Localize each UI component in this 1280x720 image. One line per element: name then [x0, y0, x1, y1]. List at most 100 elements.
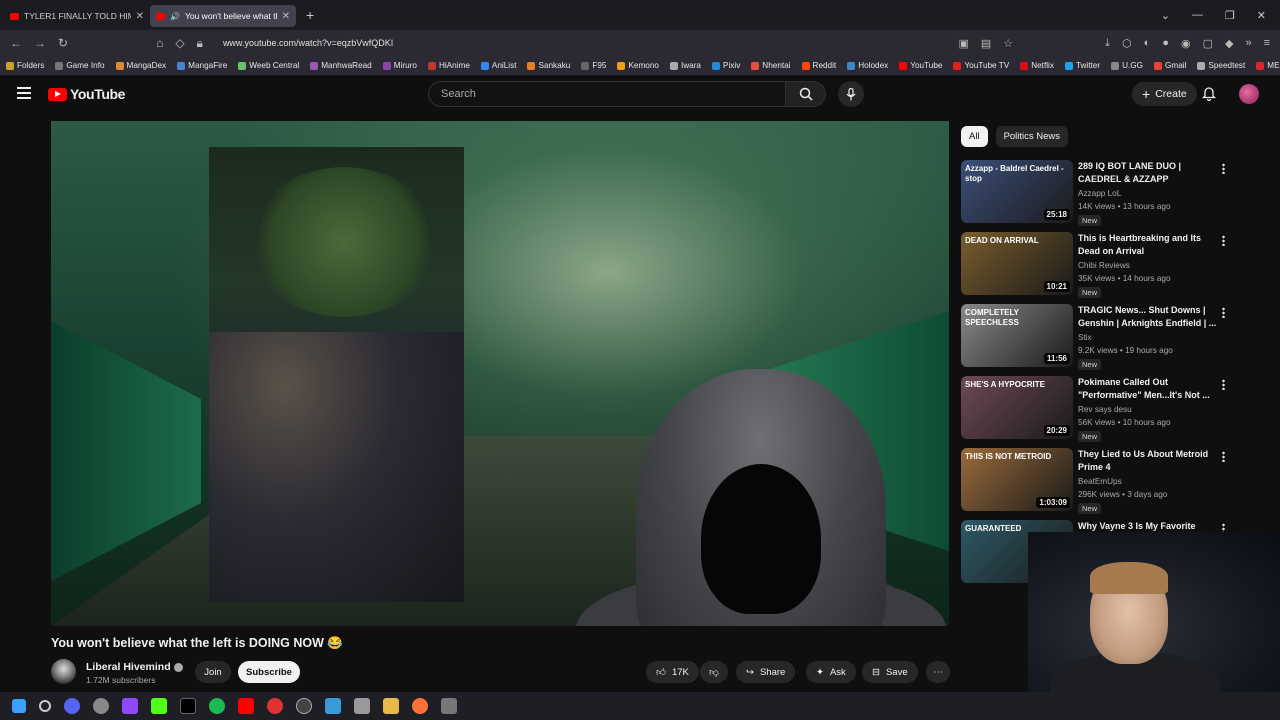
forward-icon[interactable]: →	[34, 36, 46, 50]
recommended-title[interactable]: 289 IQ BOT LANE DUO | CAEDREL & AZZAPP	[1078, 160, 1220, 186]
more-vertical-icon[interactable]	[1222, 307, 1225, 318]
download-icon[interactable]: ⤓	[1105, 37, 1110, 50]
shield-icon[interactable]: ◇	[175, 36, 184, 50]
bookmark-item[interactable]: Speedtest	[1197, 61, 1245, 70]
bookmark-item[interactable]: HiAnime	[427, 61, 470, 70]
recommended-title[interactable]: This is Heartbreaking and Its Dead on Ar…	[1078, 232, 1220, 258]
video-thumbnail[interactable]: THIS IS NOT METROID 1:03:09	[961, 448, 1073, 511]
save-button[interactable]: ⊟ Save	[862, 661, 918, 683]
extension-icon[interactable]: ◆	[1225, 37, 1233, 50]
dislike-button[interactable]: 👎︎	[700, 661, 728, 683]
reload-icon[interactable]: ↻	[58, 36, 68, 50]
recommended-title[interactable]: TRAGIC News... Shut Downs | Genshin | Ar…	[1078, 304, 1220, 330]
bookmark-item[interactable]: Reddit	[801, 61, 836, 70]
youtube-app-icon[interactable]	[238, 698, 254, 714]
photos-icon[interactable]	[325, 698, 341, 714]
minimize-icon[interactable]: —	[1192, 9, 1203, 21]
maximize-icon[interactable]: ❐	[1225, 9, 1235, 22]
hamburger-menu-icon[interactable]	[17, 87, 31, 99]
bookmark-item[interactable]: MangaFire	[177, 61, 227, 70]
bookmark-item[interactable]: Game Info	[55, 61, 105, 70]
tab-list-chevron-icon[interactable]: ⌄	[1161, 9, 1170, 22]
url-bar[interactable]: www.youtube.com/watch?v=eqzbVwfQDKI	[223, 38, 393, 48]
bookmark-item[interactable]: AniList	[480, 61, 516, 70]
bookmark-item[interactable]: Iwara	[669, 61, 701, 70]
recommended-channel[interactable]: Chibi Reviews	[1078, 261, 1130, 270]
speaker-icon[interactable]: 🔊	[170, 12, 180, 21]
reader-icon[interactable]: ▤	[981, 37, 991, 50]
ask-button[interactable]: ✦ Ask	[806, 661, 856, 683]
app-icon[interactable]	[267, 698, 283, 714]
extension-icon[interactable]: ▢	[1203, 37, 1213, 50]
chip-all[interactable]: All	[961, 126, 988, 147]
bookmark-item[interactable]: Folders	[6, 61, 44, 70]
search-icon[interactable]	[39, 700, 51, 712]
extension-icon[interactable]: ◉	[1181, 37, 1191, 50]
recommended-video[interactable]: SHE'S A HYPOCRITE 20:29 Pokimane Called Ou…	[961, 376, 1261, 442]
bookmark-item[interactable]: Weeb Central	[238, 61, 299, 70]
channel-name[interactable]: Liberal Hivemind	[86, 661, 183, 673]
bookmark-star-icon[interactable]: ☆	[1003, 37, 1013, 50]
video-thumbnail[interactable]: COMPLETELY SPEECHLESS 11:56	[961, 304, 1073, 367]
recommended-video[interactable]: COMPLETELY SPEECHLESS 11:56 TRAGIC News...…	[961, 304, 1261, 370]
more-vertical-icon[interactable]	[1222, 235, 1225, 246]
more-vertical-icon[interactable]	[1222, 163, 1225, 174]
video-thumbnail[interactable]: DEAD ON ARRIVAL 10:21	[961, 232, 1073, 295]
shield-app-icon[interactable]	[354, 698, 370, 714]
bookmark-item[interactable]: Gmail	[1154, 61, 1186, 70]
bookmark-item[interactable]: MangaDex	[115, 61, 166, 70]
share-button[interactable]: ↪ Share	[736, 661, 796, 683]
extensions-icon[interactable]: ⬡	[1122, 37, 1132, 50]
account-avatar[interactable]	[1239, 84, 1259, 104]
recommended-channel[interactable]: Azzapp LoL	[1078, 189, 1121, 198]
recommended-video[interactable]: THIS IS NOT METROID 1:03:09 They Lied to U…	[961, 448, 1261, 514]
recommended-title[interactable]: Pokimane Called Out "Performative" Men..…	[1078, 376, 1220, 402]
bookmark-item[interactable]: F95	[581, 61, 606, 70]
bookmark-item[interactable]: YouTube TV	[953, 61, 1009, 70]
bookmark-item[interactable]: Pixiv	[712, 61, 740, 70]
search-input[interactable]: Search	[428, 81, 786, 107]
bookmark-item[interactable]: Nhentai	[751, 61, 791, 70]
bookmark-item[interactable]: Netflix	[1020, 61, 1054, 70]
bookmark-item[interactable]: MEGA	[1256, 61, 1280, 70]
spotify-icon[interactable]	[209, 698, 225, 714]
back-icon[interactable]: ←	[10, 36, 22, 50]
bookmark-item[interactable]: U.GG	[1111, 61, 1143, 70]
app-icon[interactable]	[441, 698, 457, 714]
extension-icon[interactable]: ◐	[1144, 37, 1151, 49]
firefox-icon[interactable]	[412, 698, 428, 714]
extension-icon[interactable]: ●	[1162, 37, 1169, 49]
notifications-bell-icon[interactable]	[1202, 86, 1216, 101]
chip-politics-news[interactable]: Politics News	[995, 126, 1069, 147]
video-thumbnail[interactable]: Azzapp - Baldrel Caedrel - stop 25:18	[961, 160, 1073, 223]
lock-icon[interactable]: 🔒︎	[197, 36, 203, 51]
browser-tab-active[interactable]: 🔊 You won't believe what the ✕	[150, 5, 296, 27]
youtube-logo[interactable]: YouTube	[48, 86, 125, 102]
join-button[interactable]: Join	[195, 661, 231, 683]
bookmark-item[interactable]: Holodex	[847, 61, 888, 70]
more-vertical-icon[interactable]	[1222, 451, 1225, 462]
app-icon[interactable]	[93, 698, 109, 714]
discord-icon[interactable]	[64, 698, 80, 714]
picture-in-picture-icon[interactable]: ▣	[958, 37, 968, 50]
bookmark-item[interactable]: Twitter	[1064, 61, 1100, 70]
more-actions-button[interactable]: ⋯	[926, 661, 950, 683]
twitch-icon[interactable]	[122, 698, 138, 714]
recommended-channel[interactable]: BeatEmUps	[1078, 477, 1122, 486]
voice-search-button[interactable]	[838, 81, 864, 107]
bookmark-item[interactable]: ManhwaRead	[310, 61, 372, 70]
media-player-icon[interactable]	[296, 698, 312, 714]
overflow-icon[interactable]: »	[1245, 37, 1251, 49]
search-button[interactable]	[786, 81, 826, 107]
new-tab-icon[interactable]: +	[306, 7, 314, 23]
bookmark-item[interactable]: Sankaku	[527, 61, 570, 70]
start-icon[interactable]	[12, 699, 26, 713]
home-icon[interactable]: ⌂	[156, 36, 163, 50]
subscribe-button[interactable]: Subscribe	[238, 661, 300, 683]
file-explorer-icon[interactable]	[383, 698, 399, 714]
recommended-video[interactable]: DEAD ON ARRIVAL 10:21 This is Heartbreakin…	[961, 232, 1261, 298]
more-vertical-icon[interactable]	[1222, 379, 1225, 390]
recommended-title[interactable]: They Lied to Us About Metroid Prime 4	[1078, 448, 1220, 474]
recommended-channel[interactable]: Rev says desu	[1078, 405, 1132, 414]
video-thumbnail[interactable]: SHE'S A HYPOCRITE 20:29	[961, 376, 1073, 439]
